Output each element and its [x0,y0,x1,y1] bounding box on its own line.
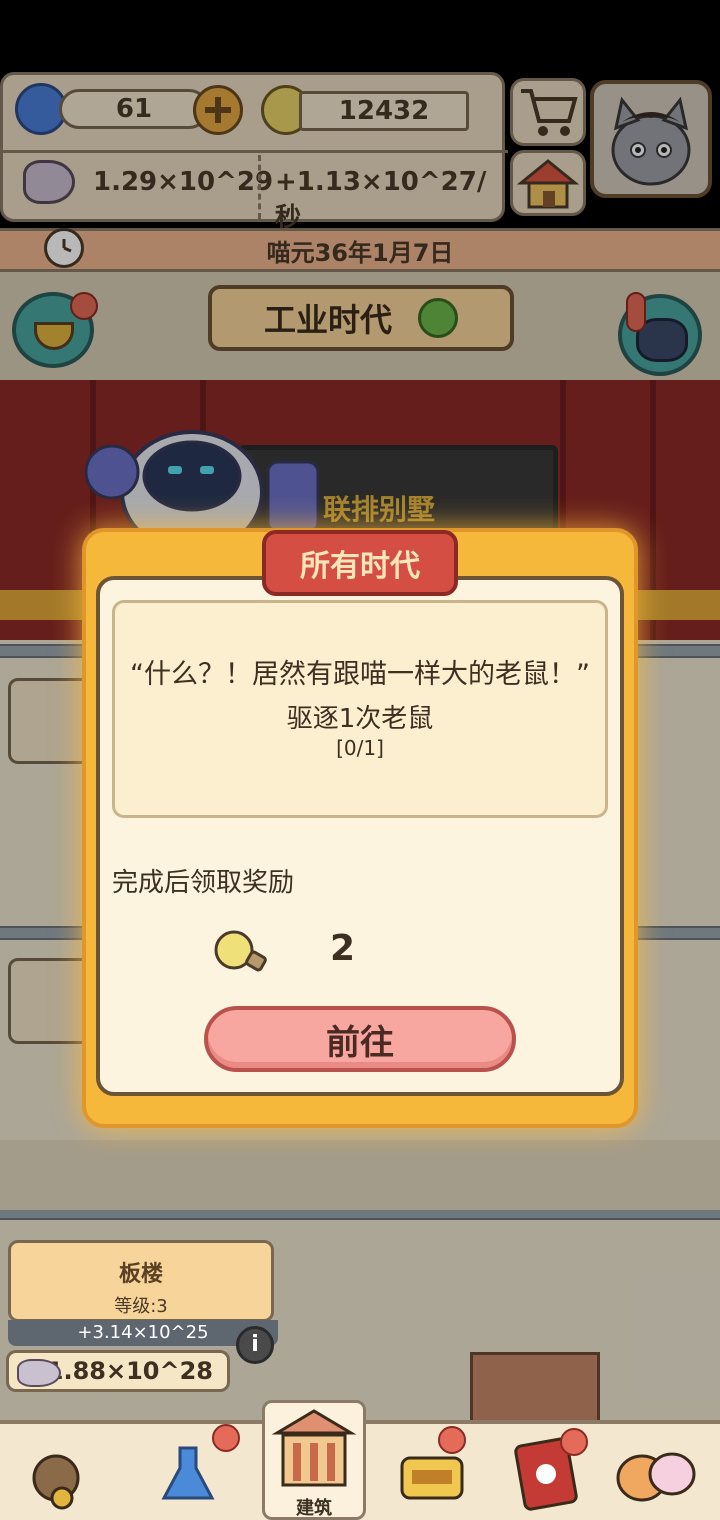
building-name: 板楼 [118,1262,163,1287]
fish-icon [17,1359,61,1387]
nav-research-tab[interactable] [150,1424,240,1512]
quest-quote: “什么？！居然有跟喵一样大的老鼠！” [130,659,590,690]
quest-progress: [0/1] [336,736,384,760]
building-cost-value: 1.88×10^28 [46,1357,213,1385]
dialog-title: 所有时代 [262,530,458,596]
nav-building-label: 建筑 [296,1498,332,1519]
lightbulb-icon [212,928,268,976]
nav-cats-tab[interactable] [612,1428,696,1512]
nav-cat-tab[interactable] [392,1426,472,1512]
go-button[interactable]: 前往 [204,1006,516,1072]
info-icon[interactable]: i [236,1326,274,1364]
reward-label: 完成后领取奖励 [112,868,295,898]
dialog-title-text: 所有时代 [300,549,420,584]
building-level: 等级:3 [114,1296,168,1317]
reward-count: 2 [330,928,356,969]
nav-cart-tab[interactable] [26,1428,106,1512]
quest-task: 驱逐1次老鼠 [286,704,434,734]
nav-book-tab[interactable] [508,1428,588,1512]
go-button-label: 前往 [326,1022,394,1063]
building-upgrade-cost[interactable]: 1.88×10^28 [6,1350,230,1392]
status-bar [0,0,720,72]
